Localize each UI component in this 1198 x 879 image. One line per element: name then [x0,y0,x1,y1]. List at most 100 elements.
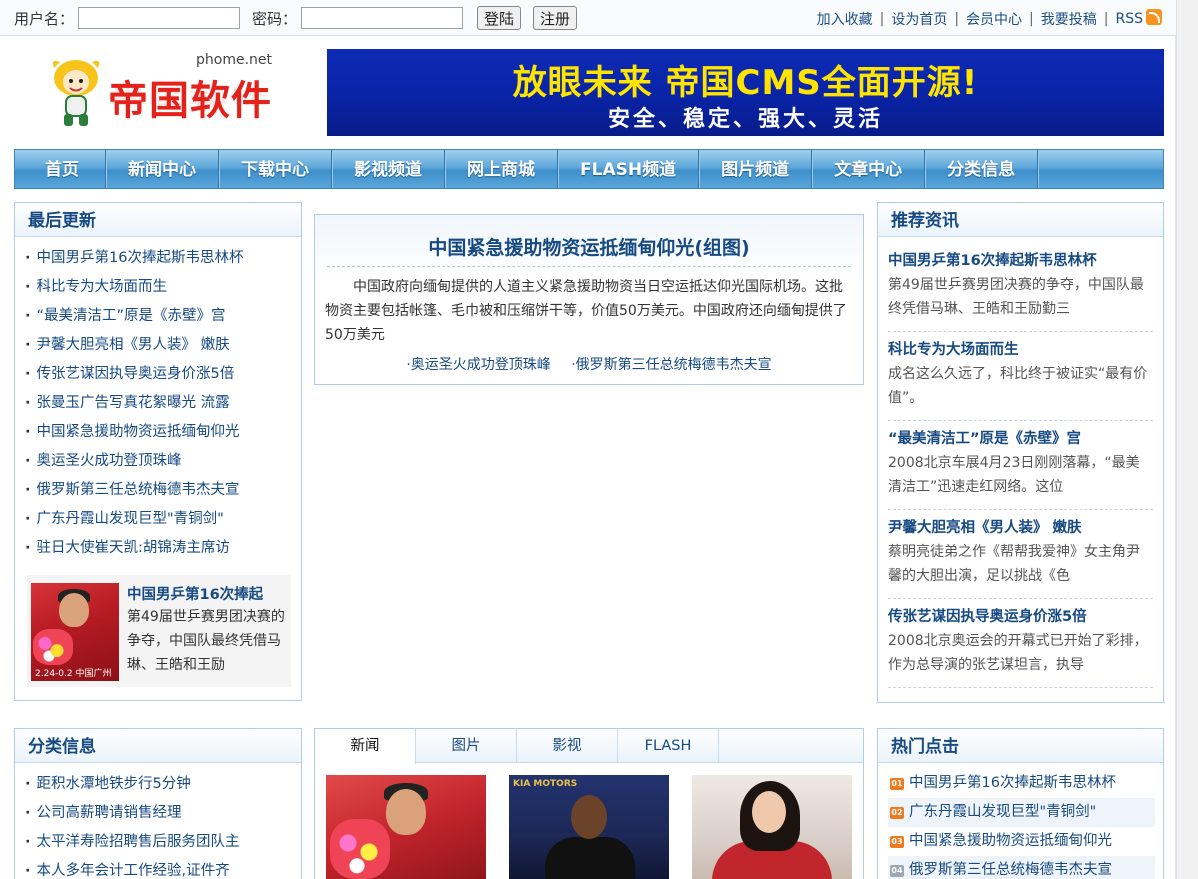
list-item[interactable]: 04 俄罗斯第三任总统梅德韦杰夫宣 [888,856,1155,879]
list-item[interactable]: 广东丹霞山发现巨型"青铜剑" [25,505,301,534]
featured-story: 2.24-0.2 中国广州 中国男乒第16次捧起 第49届世乒赛男团决赛的争夺，… [27,575,291,687]
nav-pictures[interactable]: 图片频道 [699,150,813,188]
related-links: ·奥运圣火成功登顶珠峰 ·俄罗斯第三任总统梅德韦杰夫宣 [315,354,863,374]
list-item[interactable]: 科比专为大场面而生 [25,273,301,302]
list-item: 科比专为大场面而生 成名这么久远了，科比终于被证实“最有价值”。 [888,332,1153,421]
hot-item-text[interactable]: 广东丹霞山发现巨型"青铜剑" [909,798,1096,827]
list-item[interactable]: 距积水潭地铁步行5分钟 [25,770,301,799]
tab-pictures[interactable]: 图片 [416,729,517,762]
hot-item-text[interactable]: 俄罗斯第三任总统梅德韦杰夫宣 [909,856,1112,879]
tab-bar: 新闻 图片 影视 FLASH [315,729,863,764]
username-input[interactable] [78,7,241,29]
featured-image-caption: 2.24-0.2 中国广州 [35,669,112,679]
list-item[interactable]: 02 广东丹霞山发现巨型"青铜剑" [888,798,1155,827]
rank-badge: 04 [890,864,904,877]
list-item[interactable]: 01 中国男乒第16次捧起斯韦思林杯 [888,769,1155,798]
nav-video[interactable]: 影视频道 [332,150,445,188]
list-item[interactable]: 驻日大使崔天凯:胡锦涛主席访 [25,534,301,563]
classified-list: 距积水潭地铁步行5分钟 公司高薪聘请销售经理 太平洋寿险招聘售后服务团队主 本人… [15,763,301,879]
list-item: 传张艺谋因执导奥运身价涨5倍 2008北京奥运会的开幕式已开始了彩排，作为总导演… [888,599,1153,688]
nav-classified[interactable]: 分类信息 [925,150,1039,188]
list-item[interactable]: 本人多年会计工作经验,证件齐 [25,857,301,879]
classified-title: 分类信息 [15,729,301,763]
rss-icon[interactable] [1146,9,1162,25]
recommended-item-title[interactable]: 科比专为大场面而生 [888,338,1153,362]
nav-home[interactable]: 首页 [15,150,106,188]
list-item[interactable]: 张曼玉广告写真花絮曝光 流露 [25,389,301,418]
list-item[interactable]: 中国男乒第16次捧起斯韦思林杯 [25,244,301,273]
tab-news[interactable]: 新闻 [315,729,416,764]
set-homepage-link[interactable]: 设为首页 [891,9,947,29]
headline-summary: 中国政府向缅甸提供的人道主义紧急援助物资当日空运抵达仰光国际机场。这批物资主要包… [325,279,847,343]
top-bar: 用户名： 密码： 登陆 注册 加入收藏 | 设为首页 | 会员中心 | 我要投稿… [0,0,1176,36]
main-nav: 首页 新闻中心 下载中心 影视频道 网上商城 FLASH频道 图片频道 文章中心… [14,149,1164,189]
hot-clicks-title: 热门点击 [878,729,1163,763]
list-item[interactable]: 03 中国紧急援助物资运抵缅甸仰光 [888,827,1155,856]
list-item: 中国男乒第16次捧起斯韦思林杯 第49届世乒赛男团决赛的争夺，中国队最终凭借马琳… [888,243,1153,332]
list-item[interactable]: 太平洋寿险招聘售后服务团队主 [25,828,301,857]
banner-ad[interactable]: 放眼未来 帝国CMS全面开源! 安全、稳定、强大、灵活 [327,49,1164,136]
recommended-item-desc: 2008北京车展4月23日刚刚落幕，“最美清洁工”迅速走红网络。这位 [888,455,1140,495]
rank-badge: 02 [890,806,904,819]
tab-video[interactable]: 影视 [517,729,618,762]
list-item: 尹馨大胆亮相《男人装》 嫩肤 蔡明亮徒弟之作《帮帮我爱神》女主角尹馨的大胆出演，… [888,510,1153,599]
list-item[interactable]: “最美清洁工”原是《赤壁》宫 [25,302,301,331]
list-item[interactable]: 奥运圣火成功登顶珠峰 [25,447,301,476]
headline-title[interactable]: 中国紧急援助物资运抵缅甸仰光(组图) [315,233,863,260]
featured-story-desc: 第49届世乒赛男团决赛的争夺，中国队最终凭借马琳、王皓和王励 [127,609,285,673]
nav-articles[interactable]: 文章中心 [812,150,926,188]
hot-clicks-panel: 热门点击 01 中国男乒第16次捧起斯韦思林杯 02 广东丹霞山发现巨型"青铜剑" … [877,728,1164,879]
list-item[interactable]: 传张艺谋因执导奥运身价涨5倍 [25,360,301,389]
login-button[interactable]: 登陆 [477,6,522,30]
news-thumbnail[interactable] [326,775,486,879]
submit-article-link[interactable]: 我要投稿 [1041,9,1097,29]
rss-link[interactable]: RSS [1115,11,1143,27]
list-item[interactable]: 俄罗斯第三任总统梅德韦杰夫宣 [25,476,301,505]
recommended-item-title[interactable]: 中国男乒第16次捧起斯韦思林杯 [888,249,1153,273]
list-item[interactable]: 公司高薪聘请销售经理 [25,799,301,828]
banner-headline: 放眼未来 帝国CMS全面开源! [512,63,979,103]
hot-clicks-list: 01 中国男乒第16次捧起斯韦思林杯 02 广东丹霞山发现巨型"青铜剑" 03 中国紧… [878,763,1163,879]
rank-badge: 01 [890,777,904,790]
recommended-item-desc: 成名这么久远了，科比终于被证实“最有价值”。 [888,366,1148,406]
login-form: 用户名： 密码： 登陆 注册 [14,6,585,30]
hot-item-text[interactable]: 中国男乒第16次捧起斯韦思林杯 [909,769,1116,798]
page: 用户名： 密码： 登陆 注册 加入收藏 | 设为首页 | 会员中心 | 我要投稿… [0,0,1176,879]
related-link[interactable]: ·奥运圣火成功登顶珠峰 [406,357,550,373]
news-thumbnail[interactable]: KIA MOTORS [509,775,669,879]
recommended-item-desc: 蔡明亮徒弟之作《帮帮我爱神》女主角尹馨的大胆出演，足以挑战《色 [888,544,1140,584]
password-label: 密码： [252,9,298,28]
site-logo[interactable]: phome.net 帝国软件 帝国软件 [44,50,284,136]
recommended-item-title[interactable]: 尹馨大胆亮相《男人装》 嫩肤 [888,516,1153,540]
logo-reflection: 帝国软件 [108,84,268,107]
vertical-scrollbar[interactable] [1176,0,1198,879]
tab-flash[interactable]: FLASH [618,729,719,762]
classified-panel: 分类信息 距积水潭地铁步行5分钟 公司高薪聘请销售经理 太平洋寿险招聘售后服务团… [14,728,302,879]
recommended-item-title[interactable]: “最美清洁工”原是《赤壁》宫 [888,427,1153,451]
featured-story-title[interactable]: 中国男乒第16次捧起 [127,583,263,604]
list-item[interactable]: 尹馨大胆亮相《男人装》 嫩肤 [25,331,301,360]
nav-flash[interactable]: FLASH频道 [558,150,700,188]
recommended-list: 中国男乒第16次捧起斯韦思林杯 第49届世乒赛男团决赛的争夺，中国队最终凭借马琳… [878,237,1163,688]
nav-shop[interactable]: 网上商城 [445,150,558,188]
recommended-title: 推荐资讯 [878,203,1163,237]
featured-story-image[interactable]: 2.24-0.2 中国广州 [31,583,119,681]
logo-domain: phome.net [196,52,273,68]
news-thumbnail[interactable] [692,775,852,879]
related-link[interactable]: ·俄罗斯第三任总统梅德韦杰夫宣 [571,357,771,373]
top-links: 加入收藏 | 设为首页 | 会员中心 | 我要投稿 | RSS [817,9,1162,29]
register-button[interactable]: 注册 [533,6,578,30]
recommended-item-title[interactable]: 传张艺谋因执导奥运身价涨5倍 [888,605,1153,629]
list-item[interactable]: 中国紧急援助物资运抵缅甸仰光 [25,418,301,447]
list-item: “最美清洁工”原是《赤壁》宫 2008北京车展4月23日刚刚落幕，“最美清洁工”… [888,421,1153,510]
password-input[interactable] [301,7,464,29]
recommended-item-desc: 2008北京奥运会的开幕式已开始了彩排，作为总导演的张艺谋坦言，执导 [888,633,1148,673]
nav-news[interactable]: 新闻中心 [106,150,219,188]
hot-item-text[interactable]: 中国紧急援助物资运抵缅甸仰光 [909,827,1112,856]
add-favorite-link[interactable]: 加入收藏 [817,9,873,29]
headline-box: 中国紧急援助物资运抵缅甸仰光(组图) 中国政府向缅甸提供的人道主义紧急援助物资当… [314,214,864,385]
recommended-item-desc: 第49届世乒赛男团决赛的争夺，中国队最终凭借马琳、王皓和王励勤三 [888,277,1144,317]
latest-updates-list: 中国男乒第16次捧起斯韦思林杯 科比专为大场面而生 “最美清洁工”原是《赤壁》宫… [15,237,301,563]
member-center-link[interactable]: 会员中心 [966,9,1022,29]
nav-download[interactable]: 下载中心 [219,150,332,188]
